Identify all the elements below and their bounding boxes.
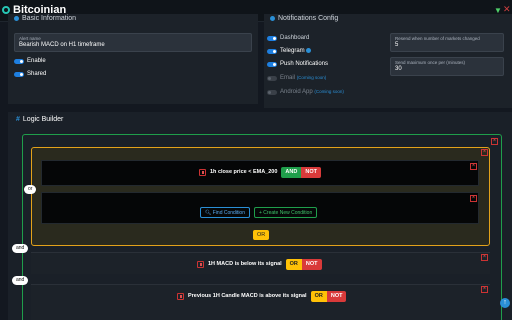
enable-toggle[interactable] — [14, 59, 24, 64]
trash-icon[interactable] — [197, 260, 204, 268]
bell-icon — [270, 15, 275, 21]
notifications-title: Notifications Config — [270, 15, 338, 22]
trash-icon[interactable] — [177, 292, 184, 300]
and-pill-1: and — [12, 244, 29, 253]
push-toggle[interactable] — [267, 62, 277, 67]
send-max-field[interactable]: Send maximum once per (minutes) 30 — [390, 57, 504, 76]
remove-condition-2-button[interactable]: × — [470, 195, 477, 202]
or-add-button[interactable]: OR — [253, 230, 270, 240]
condition-row-4: Previous 1H Candle MACD is above its sig… — [177, 290, 347, 302]
info-icon — [14, 15, 19, 21]
send-max-value: 30 — [395, 66, 402, 72]
and-button[interactable]: AND — [281, 166, 302, 178]
remove-condition-1-button[interactable]: × — [470, 163, 477, 170]
condition-1-text: 1h close price < EMA_200 — [210, 169, 278, 175]
trash-icon[interactable] — [199, 168, 206, 176]
or-pill: or — [24, 185, 37, 194]
not-button[interactable]: NOT — [326, 290, 347, 302]
logic-builder-title: # Logic Builder — [16, 116, 64, 123]
remove-root-group-button[interactable]: × — [491, 138, 498, 145]
condition-row-1: 1h close price < EMA_200 AND NOT — [199, 166, 321, 178]
scroll-to-top-button[interactable]: ↑ — [500, 298, 510, 308]
coming-soon-badge: (Coming soon) — [314, 89, 344, 94]
create-condition-button[interactable]: + Create New Condition — [254, 206, 318, 218]
info-icon[interactable] — [306, 48, 312, 53]
or-button[interactable]: OR — [310, 290, 327, 302]
alert-name-label: Alert name — [19, 36, 41, 41]
not-button[interactable]: NOT — [301, 166, 321, 178]
android-label: Android App (Coming soon) — [280, 89, 344, 95]
shared-toggle[interactable] — [14, 72, 24, 77]
condition-row-3: 1H MACD is below its signal OR NOT — [197, 258, 322, 270]
push-label: Push Notifications — [280, 61, 329, 67]
dashboard-label: Dashboard — [280, 35, 310, 41]
operator-group-1: AND NOT — [281, 166, 321, 178]
remove-condition-4-button[interactable]: × — [481, 286, 488, 293]
alert-name-field[interactable]: Alert name Bearish MACD on H1 timeframe — [14, 33, 252, 52]
hash-icon: # — [16, 116, 20, 123]
coming-soon-badge: (Coming soon) — [296, 75, 327, 80]
remove-condition-3-button[interactable]: × — [481, 254, 488, 261]
email-toggle — [267, 76, 277, 81]
operator-group-3: OR NOT — [285, 258, 322, 270]
condition-actions: 🔍︎ Find Condition + Create New Condition — [200, 206, 318, 218]
or-button[interactable]: OR — [285, 258, 302, 270]
enable-label: Enable — [27, 58, 46, 64]
resend-field[interactable]: Resend when number of markets changed 5 — [390, 33, 504, 52]
send-max-label: Send maximum once per (minutes) — [395, 60, 466, 65]
resend-label: Resend when number of markets changed — [395, 36, 480, 41]
alert-name-value: Bearish MACD on H1 timeframe — [19, 42, 105, 48]
resend-value: 5 — [395, 42, 399, 48]
telegram-toggle[interactable] — [267, 49, 277, 54]
and-pill-2: and — [12, 276, 29, 285]
android-toggle — [267, 90, 277, 95]
not-button[interactable]: NOT — [301, 258, 322, 270]
find-condition-button[interactable]: 🔍︎ Find Condition — [200, 206, 250, 218]
logo-icon — [2, 6, 10, 14]
basic-info-title: Basic Information — [14, 15, 76, 22]
operator-group-4: OR NOT — [310, 290, 347, 302]
shared-label: Shared — [27, 71, 47, 77]
telegram-label: Telegram — [280, 48, 312, 54]
email-label: Email (Coming soon) — [280, 75, 327, 81]
condition-4-text: Previous 1H Candle MACD is above its sig… — [188, 293, 307, 299]
remove-or-group-button[interactable]: × — [481, 149, 488, 156]
dashboard-toggle[interactable] — [267, 36, 277, 41]
condition-3-text: 1H MACD is below its signal — [208, 261, 282, 267]
